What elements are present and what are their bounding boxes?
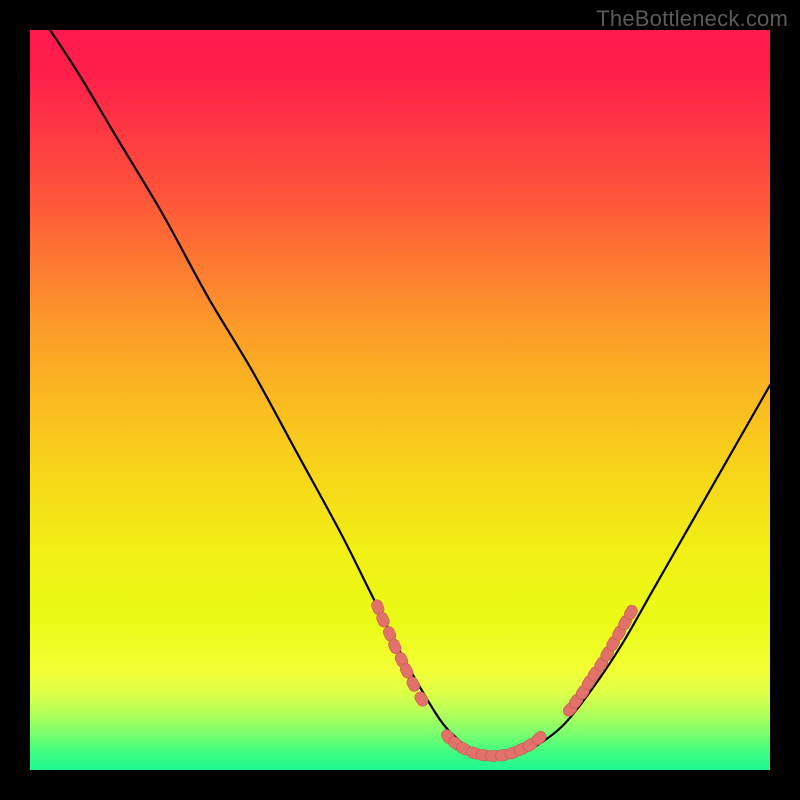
curve-marker [413,690,430,709]
chart-container: TheBottleneck.com [0,0,800,800]
plot-area [30,30,770,770]
curve-layer [30,30,770,770]
watermark-text: TheBottleneck.com [596,6,788,32]
